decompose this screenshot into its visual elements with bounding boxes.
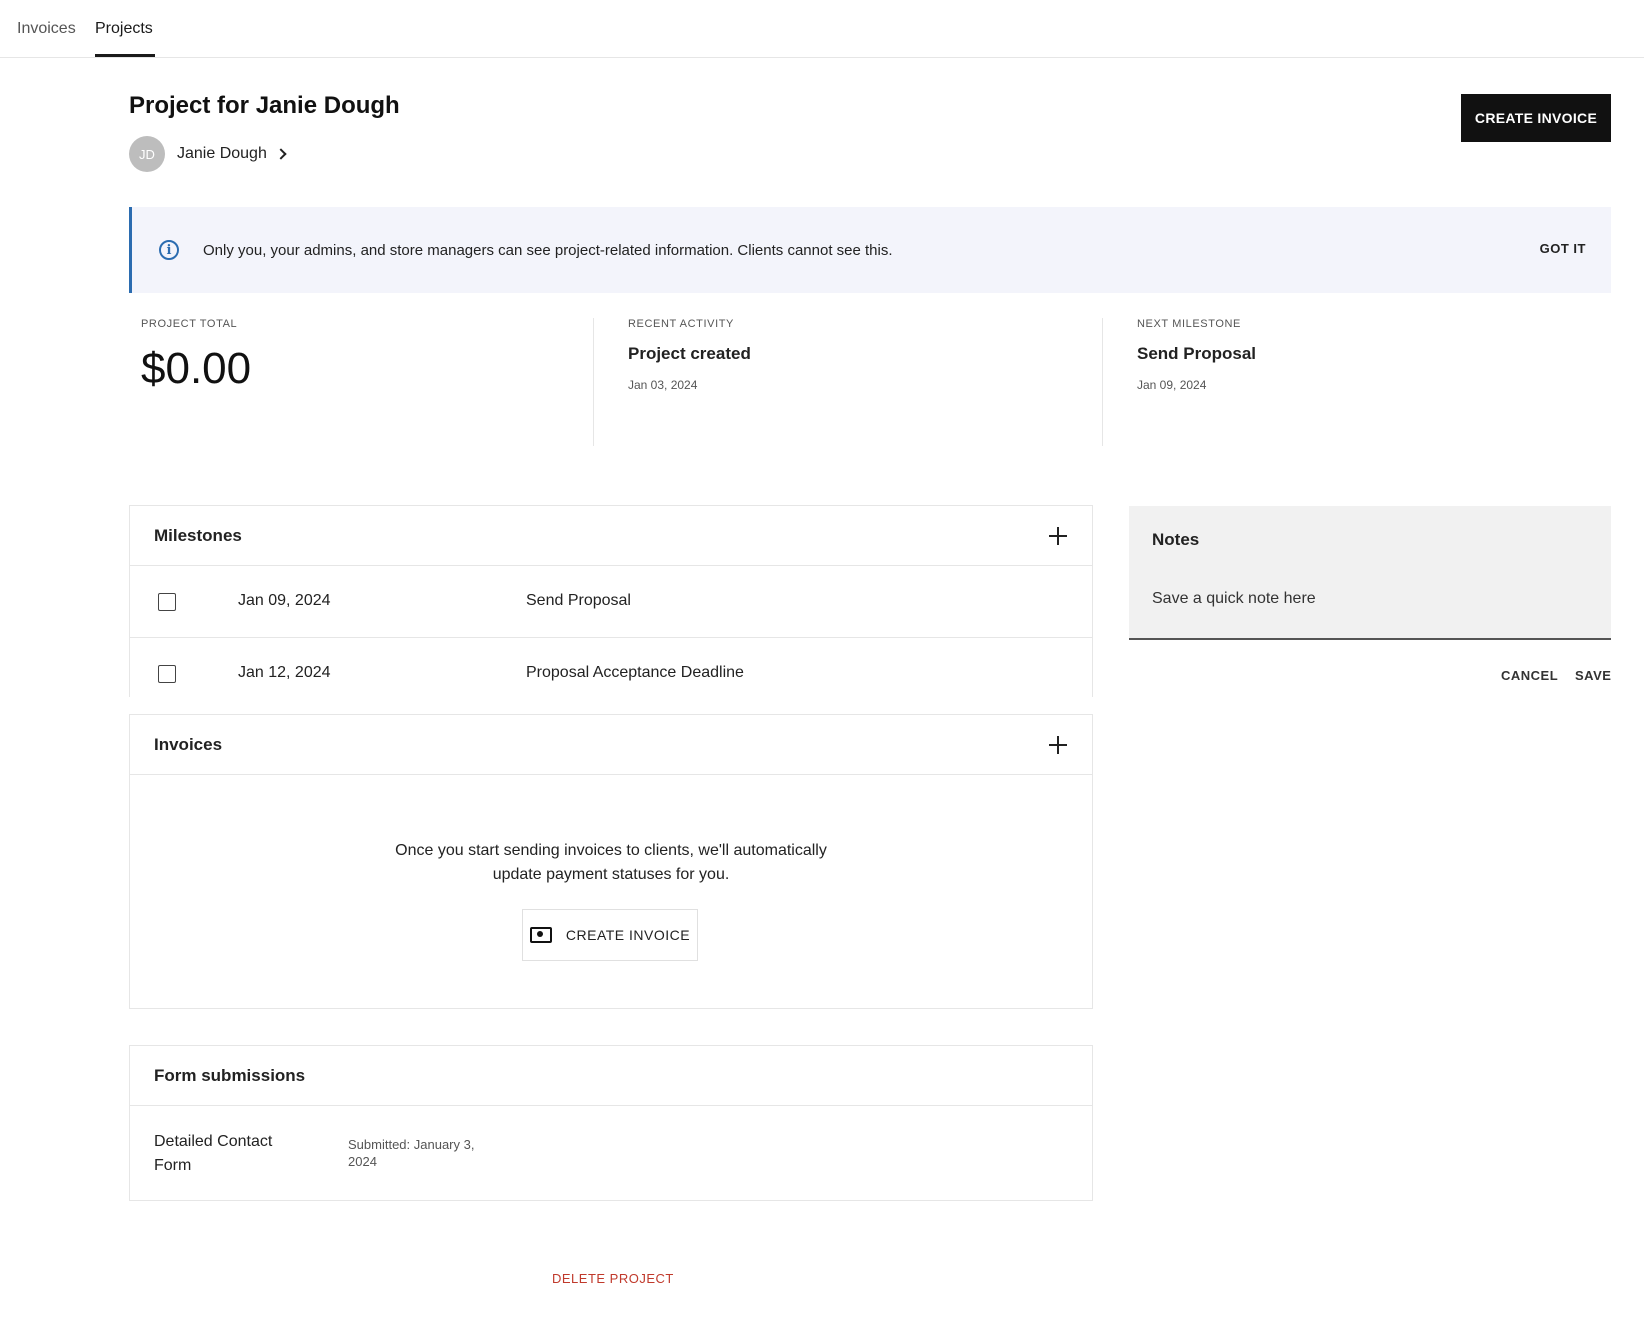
invoices-title: Invoices (154, 734, 223, 754)
project-total-value: $0.00 (141, 344, 252, 393)
divider (593, 318, 594, 446)
recent-activity-stat: RECENT ACTIVITY Project created Jan 03, … (628, 318, 1058, 446)
milestone-date: Jan 09, 2024 (238, 592, 331, 609)
banner-text: Only you, your admins, and store manager… (203, 241, 893, 259)
milestone-name: Proposal Acceptance Deadline (526, 664, 744, 681)
invoices-card: Invoices Once you start sending invoices… (129, 714, 1093, 1009)
notes-panel: Notes (1129, 506, 1611, 640)
form-submissions-card: Form submissions Detailed Contact Form S… (129, 1045, 1093, 1201)
divider (1102, 318, 1103, 446)
form-submissions-header: Form submissions (130, 1046, 1092, 1106)
submitted-date: Submitted: January 3, 2024 (348, 1137, 475, 1169)
milestone-row: Jan 12, 2024 Proposal Acceptance Deadlin… (130, 638, 1092, 710)
invoices-empty-message: Once you start sending invoices to clien… (130, 839, 1092, 887)
avatar: JD (129, 136, 165, 172)
milestone-date: Jan 12, 2024 (238, 664, 331, 681)
info-icon: i (159, 240, 179, 260)
milestones-header: Milestones (130, 506, 1092, 566)
stat-label: PROJECT TOTAL (141, 318, 238, 330)
add-invoice-icon[interactable] (1048, 735, 1068, 755)
stat-label: NEXT MILESTONE (1137, 318, 1241, 330)
create-invoice-secondary-button[interactable]: CREATE INVOICE (522, 909, 698, 961)
notes-title: Notes (1152, 530, 1200, 549)
add-milestone-icon[interactable] (1048, 526, 1068, 546)
next-milestone-date: Jan 09, 2024 (1137, 378, 1207, 392)
create-invoice-label: CREATE INVOICE (565, 927, 691, 943)
project-total-stat: PROJECT TOTAL $0.00 (141, 318, 571, 446)
empty-message-line: update payment statuses for you. (492, 866, 730, 883)
tab-invoices[interactable]: Invoices (17, 20, 76, 38)
next-milestone-title: Send Proposal (1137, 344, 1257, 363)
delete-project-button[interactable]: DELETE PROJECT (552, 1271, 674, 1286)
milestone-checkbox[interactable] (158, 665, 176, 683)
milestones-title: Milestones (154, 525, 242, 545)
create-invoice-button[interactable]: CREATE INVOICE (1461, 94, 1611, 142)
money-icon (529, 927, 552, 943)
empty-message-line: Once you start sending invoices to clien… (395, 842, 827, 859)
save-button[interactable]: SAVE (1575, 668, 1611, 683)
client-name: Janie Dough (177, 145, 267, 162)
info-banner: i Only you, your admins, and store manag… (129, 207, 1611, 293)
form-submission-row[interactable]: Detailed Contact Form Submitted: January… (130, 1106, 1092, 1200)
notes-input[interactable] (1152, 590, 1592, 608)
page-title: Project for Janie Dough (129, 92, 400, 119)
active-tab-indicator (95, 54, 155, 57)
milestone-name: Send Proposal (526, 592, 631, 609)
invoices-header: Invoices (130, 715, 1092, 775)
recent-activity-date: Jan 03, 2024 (628, 378, 698, 392)
form-name: Detailed Contact Form (154, 1133, 273, 1174)
got-it-button[interactable]: GOT IT (1540, 241, 1586, 256)
tab-projects[interactable]: Projects (95, 20, 153, 38)
milestones-card: Milestones Jan 09, 2024 Send Proposal Ja… (129, 505, 1093, 697)
client-link[interactable]: JD Janie Dough (129, 136, 287, 172)
top-nav: Invoices Projects (0, 0, 1644, 58)
chevron-right-icon (275, 148, 287, 160)
form-submissions-title: Form submissions (154, 1065, 306, 1085)
milestone-row: Jan 09, 2024 Send Proposal (130, 566, 1092, 638)
cancel-button[interactable]: CANCEL (1501, 668, 1558, 683)
recent-activity-title: Project created (628, 344, 751, 363)
next-milestone-stat: NEXT MILESTONE Send Proposal Jan 09, 202… (1137, 318, 1567, 446)
stat-label: RECENT ACTIVITY (628, 318, 734, 330)
milestone-checkbox[interactable] (158, 593, 176, 611)
